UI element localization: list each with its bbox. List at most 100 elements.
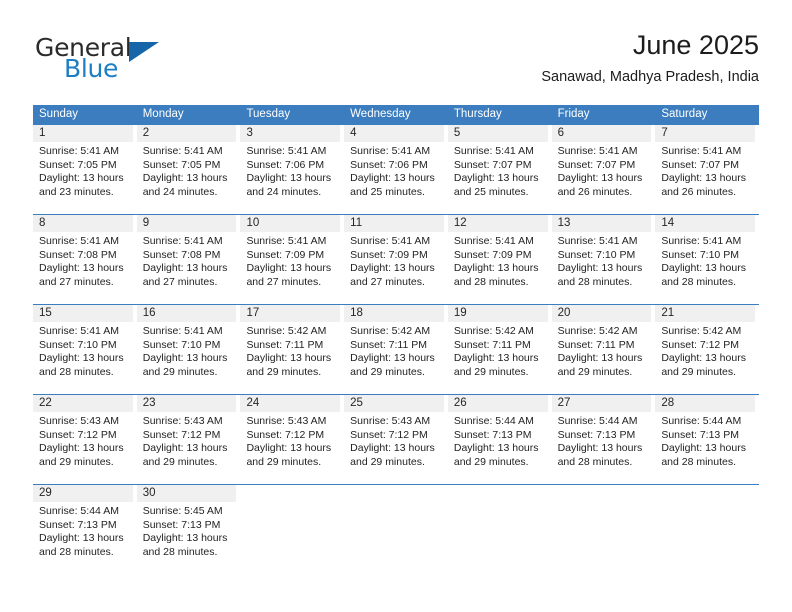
daylight-text-line1: Daylight: 13 hours: [39, 442, 124, 455]
day-cell[interactable]: 5 Sunrise: 5:41 AM Sunset: 7:07 PM Dayli…: [447, 125, 552, 214]
sunset-text: Sunset: 7:13 PM: [142, 518, 221, 531]
day-info: Sunrise: 5:41 AM Sunset: 7:09 PM Dayligh…: [344, 232, 444, 289]
sunset-text: Sunset: 7:07 PM: [453, 158, 532, 171]
day-cell[interactable]: 10 Sunrise: 5:41 AM Sunset: 7:09 PM Dayl…: [240, 215, 345, 304]
day-number: 14: [655, 215, 756, 232]
day-info: Sunrise: 5:41 AM Sunset: 7:05 PM Dayligh…: [33, 142, 133, 199]
day-cell[interactable]: 15 Sunrise: 5:41 AM Sunset: 7:10 PM Dayl…: [33, 305, 137, 394]
day-cell[interactable]: 8 Sunrise: 5:41 AM Sunset: 7:08 PM Dayli…: [33, 215, 137, 304]
daylight-text-line1: Daylight: 13 hours: [661, 262, 746, 275]
day-cell[interactable]: 6 Sunrise: 5:41 AM Sunset: 7:07 PM Dayli…: [551, 125, 656, 214]
sunrise-text: Sunrise: 5:41 AM: [661, 145, 742, 157]
weekday-header-thursday: Thursday: [453, 108, 502, 120]
sunrise-text: Sunrise: 5:41 AM: [350, 145, 431, 157]
day-cell[interactable]: 25 Sunrise: 5:43 AM Sunset: 7:12 PM Dayl…: [344, 395, 448, 484]
day-cell[interactable]: 17 Sunrise: 5:42 AM Sunset: 7:11 PM Dayl…: [240, 305, 345, 394]
day-number: 6: [551, 125, 652, 142]
daylight-text-line2: and 25 minutes.: [453, 185, 529, 198]
sunrise-text: Sunrise: 5:43 AM: [39, 415, 119, 427]
daylight-text-line2: and 29 minutes.: [661, 365, 737, 378]
daylight-text-line2: and 28 minutes.: [661, 275, 737, 288]
day-number: 24: [240, 395, 341, 412]
day-info: Sunrise: 5:44 AM Sunset: 7:13 PM Dayligh…: [552, 412, 652, 469]
day-cell[interactable]: 9 Sunrise: 5:41 AM Sunset: 7:08 PM Dayli…: [136, 215, 241, 304]
sunrise-text: Sunrise: 5:41 AM: [39, 235, 119, 247]
day-number: 20: [551, 305, 652, 322]
day-cell[interactable]: 7 Sunrise: 5:41 AM Sunset: 7:07 PM Dayli…: [655, 125, 760, 214]
sunrise-text: Sunrise: 5:44 AM: [661, 415, 742, 427]
day-cell[interactable]: 28 Sunrise: 5:44 AM Sunset: 7:13 PM Dayl…: [655, 395, 760, 484]
sunset-text: Sunset: 7:08 PM: [142, 248, 221, 261]
generalblue-logo[interactable]: General Blue: [35, 34, 195, 90]
sunset-text: Sunset: 7:11 PM: [557, 338, 635, 351]
day-cell[interactable]: 2 Sunrise: 5:41 AM Sunset: 7:05 PM Dayli…: [136, 125, 241, 214]
daylight-text-line1: Daylight: 13 hours: [453, 352, 539, 365]
sunrise-text: Sunrise: 5:43 AM: [350, 415, 431, 427]
day-number: [655, 485, 755, 502]
day-cell[interactable]: 13 Sunrise: 5:41 AM Sunset: 7:10 PM Dayl…: [551, 215, 656, 304]
sunrise-text: Sunrise: 5:41 AM: [557, 145, 638, 157]
day-cell[interactable]: 19 Sunrise: 5:42 AM Sunset: 7:11 PM Dayl…: [447, 305, 552, 394]
day-cell[interactable]: 16 Sunrise: 5:41 AM Sunset: 7:10 PM Dayl…: [136, 305, 241, 394]
day-cell[interactable]: 26 Sunrise: 5:44 AM Sunset: 7:13 PM Dayl…: [447, 395, 552, 484]
sunrise-text: Sunrise: 5:45 AM: [142, 505, 223, 517]
week-row: 15 Sunrise: 5:41 AM Sunset: 7:10 PM Dayl…: [33, 304, 760, 394]
day-cell[interactable]: 4 Sunrise: 5:41 AM Sunset: 7:06 PM Dayli…: [344, 125, 448, 214]
sunrise-text: Sunrise: 5:41 AM: [350, 235, 431, 247]
day-cell[interactable]: 20 Sunrise: 5:42 AM Sunset: 7:11 PM Dayl…: [551, 305, 656, 394]
daylight-text-line2: and 29 minutes.: [142, 455, 218, 468]
sunset-text: Sunset: 7:05 PM: [142, 158, 221, 171]
daylight-text-line2: and 27 minutes.: [350, 275, 425, 288]
daylight-text-line2: and 23 minutes.: [39, 185, 114, 198]
weekday-header-sunday: Sunday: [39, 108, 79, 120]
day-cell[interactable]: 23 Sunrise: 5:43 AM Sunset: 7:12 PM Dayl…: [136, 395, 241, 484]
sunset-text: Sunset: 7:13 PM: [557, 428, 636, 441]
day-cell[interactable]: 22 Sunrise: 5:43 AM Sunset: 7:12 PM Dayl…: [33, 395, 137, 484]
day-cell[interactable]: 18 Sunrise: 5:42 AM Sunset: 7:11 PM Dayl…: [344, 305, 448, 394]
daylight-text-line1: Daylight: 13 hours: [39, 532, 124, 545]
day-cell[interactable]: 30 Sunrise: 5:45 AM Sunset: 7:13 PM Dayl…: [136, 485, 241, 574]
day-number: 5: [447, 125, 548, 142]
day-cell[interactable]: 27 Sunrise: 5:44 AM Sunset: 7:13 PM Dayl…: [551, 395, 656, 484]
daylight-text-line1: Daylight: 13 hours: [246, 442, 332, 455]
weekday-header-saturday: Saturday: [661, 108, 708, 120]
day-cell-empty: [447, 485, 552, 574]
sunset-text: Sunset: 7:12 PM: [350, 428, 428, 441]
day-info: Sunrise: 5:41 AM Sunset: 7:08 PM Dayligh…: [137, 232, 237, 289]
daylight-text-line2: and 28 minutes.: [453, 275, 529, 288]
day-cell[interactable]: 14 Sunrise: 5:41 AM Sunset: 7:10 PM Dayl…: [655, 215, 760, 304]
day-cell[interactable]: 3 Sunrise: 5:41 AM Sunset: 7:06 PM Dayli…: [240, 125, 345, 214]
day-cell[interactable]: 1 Sunrise: 5:41 AM Sunset: 7:05 PM Dayli…: [33, 125, 137, 214]
page-title: June 2025: [632, 30, 759, 60]
sunset-text: Sunset: 7:12 PM: [246, 428, 325, 441]
daylight-text-line1: Daylight: 13 hours: [661, 442, 746, 455]
daylight-text-line2: and 24 minutes.: [142, 185, 218, 198]
day-number: 9: [136, 215, 237, 232]
logo-text-blue: Blue: [64, 54, 119, 83]
day-cell[interactable]: 12 Sunrise: 5:41 AM Sunset: 7:09 PM Dayl…: [447, 215, 552, 304]
daylight-text-line1: Daylight: 13 hours: [453, 172, 539, 185]
daylight-text-line1: Daylight: 13 hours: [39, 352, 124, 365]
daylight-text-line2: and 28 minutes.: [39, 365, 114, 378]
sunrise-text: Sunrise: 5:41 AM: [39, 145, 119, 157]
daylight-text-line1: Daylight: 13 hours: [661, 172, 746, 185]
day-cell[interactable]: 24 Sunrise: 5:43 AM Sunset: 7:12 PM Dayl…: [240, 395, 345, 484]
week-row: 29 Sunrise: 5:44 AM Sunset: 7:13 PM Dayl…: [33, 484, 760, 574]
week-row: 22 Sunrise: 5:43 AM Sunset: 7:12 PM Dayl…: [33, 394, 760, 484]
daylight-text-line2: and 29 minutes.: [350, 365, 425, 378]
sunset-text: Sunset: 7:07 PM: [557, 158, 636, 171]
sunset-text: Sunset: 7:06 PM: [246, 158, 325, 171]
daylight-text-line1: Daylight: 13 hours: [350, 352, 435, 365]
day-cell[interactable]: 29 Sunrise: 5:44 AM Sunset: 7:13 PM Dayl…: [33, 485, 137, 574]
day-cell[interactable]: 11 Sunrise: 5:41 AM Sunset: 7:09 PM Dayl…: [344, 215, 448, 304]
day-cell-empty: [655, 485, 760, 574]
daylight-text-line2: and 28 minutes.: [142, 545, 218, 558]
day-number: 29: [33, 485, 133, 502]
day-info: Sunrise: 5:42 AM Sunset: 7:12 PM Dayligh…: [655, 322, 755, 379]
day-info: Sunrise: 5:41 AM Sunset: 7:10 PM Dayligh…: [552, 232, 652, 289]
day-info: Sunrise: 5:41 AM Sunset: 7:06 PM Dayligh…: [240, 142, 340, 199]
sunrise-text: Sunrise: 5:41 AM: [453, 235, 534, 247]
day-cell[interactable]: 21 Sunrise: 5:42 AM Sunset: 7:12 PM Dayl…: [655, 305, 760, 394]
day-number: [344, 485, 444, 502]
daylight-text-line1: Daylight: 13 hours: [39, 262, 124, 275]
